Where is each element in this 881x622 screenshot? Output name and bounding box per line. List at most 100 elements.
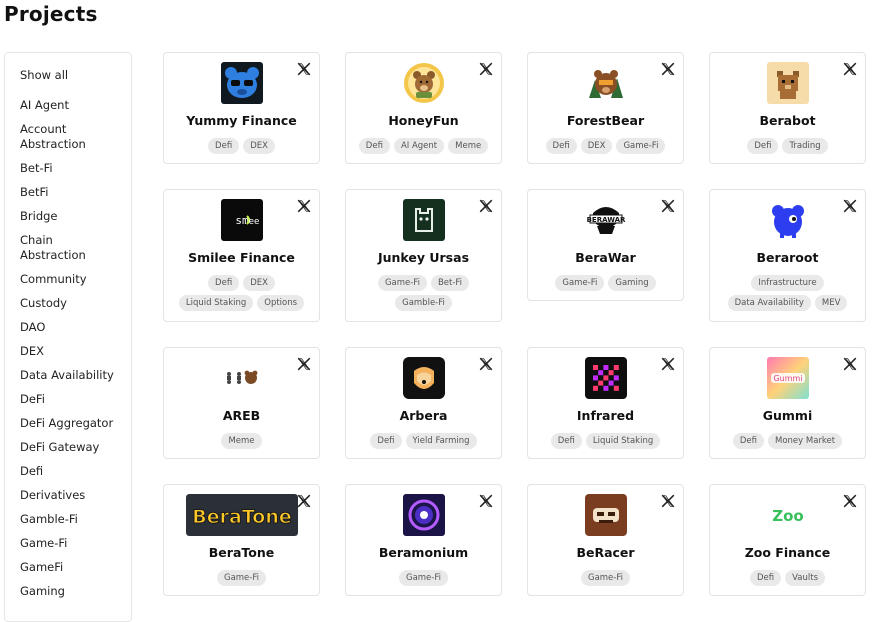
x-icon[interactable] bbox=[297, 198, 311, 213]
tag-badge[interactable]: Data Availability bbox=[727, 295, 811, 311]
tag-badge[interactable]: DEX bbox=[580, 138, 613, 154]
tag-badge[interactable]: Bet-Fi bbox=[430, 275, 470, 291]
x-icon[interactable] bbox=[843, 198, 857, 213]
sidebar-item-bridge[interactable]: Bridge bbox=[20, 209, 58, 224]
project-card-berabot[interactable]: Berabot Defi Trading bbox=[709, 52, 866, 164]
tag-badge[interactable]: Defi bbox=[208, 275, 240, 291]
project-card-yummy-finance[interactable]: Yummy Finance Defi DEX bbox=[163, 52, 320, 164]
sidebar-item-defi[interactable]: Defi bbox=[20, 464, 43, 479]
x-icon[interactable] bbox=[843, 356, 857, 371]
tag-badge[interactable]: Defi bbox=[732, 433, 765, 449]
sidebar-item-gaming[interactable]: Gaming bbox=[20, 584, 65, 599]
x-icon[interactable] bbox=[297, 356, 311, 371]
project-name: ForestBear bbox=[566, 113, 645, 128]
tag-badge[interactable]: Defi bbox=[358, 138, 390, 154]
project-card-areb[interactable]: AREB Meme bbox=[163, 347, 320, 459]
tag-badge[interactable]: Meme bbox=[448, 138, 489, 154]
tag-badge[interactable]: MEV bbox=[814, 295, 848, 311]
tag-badge[interactable]: Defi bbox=[208, 138, 240, 154]
project-name: BeraWar bbox=[575, 250, 636, 265]
tag-badge[interactable]: Defi bbox=[545, 138, 577, 154]
x-icon[interactable] bbox=[479, 356, 493, 371]
x-icon[interactable] bbox=[661, 356, 675, 371]
project-card-honeyfun[interactable]: HoneyFun Defi AI Agent Meme bbox=[345, 52, 502, 164]
tag-badge[interactable]: AI Agent bbox=[393, 138, 445, 154]
sidebar-item-derivatives[interactable]: Derivatives bbox=[20, 488, 85, 503]
tag-badge[interactable]: Game-Fi bbox=[377, 275, 427, 291]
project-card-junkey-ursas[interactable]: Junkey Ursas Game-Fi Bet-Fi Gamble-Fi bbox=[345, 189, 502, 322]
sidebar-item-game-fi[interactable]: Game-Fi bbox=[20, 536, 67, 551]
project-card-beratone[interactable]: BeraTone BeraTone Game-Fi bbox=[163, 484, 320, 596]
project-card-arbera[interactable]: Arbera Defi Yield Farming bbox=[345, 347, 502, 459]
project-card-zoo-finance[interactable]: Zoo Zoo Finance Defi Vaults bbox=[709, 484, 866, 596]
sidebar-item-gamefi[interactable]: GameFi bbox=[20, 560, 63, 575]
x-icon[interactable] bbox=[297, 61, 311, 76]
x-icon[interactable] bbox=[479, 198, 493, 213]
sidebar-item-defi-gateway[interactable]: DeFi Gateway bbox=[20, 440, 99, 455]
tag-badge[interactable]: Defi bbox=[550, 433, 582, 449]
project-card-smilee-finance[interactable]: sm ee Smilee Finance Defi DEX Liquid Staking O… bbox=[163, 189, 320, 322]
project-name: Junkey Ursas bbox=[377, 250, 470, 265]
tag-badge[interactable]: Gaming bbox=[608, 275, 656, 291]
tag-badge[interactable]: DEX bbox=[243, 275, 275, 291]
project-card-beraroot[interactable]: Beraroot Infrastructure Data Availability M… bbox=[709, 189, 866, 322]
tag-badge[interactable]: Game-Fi bbox=[616, 138, 666, 154]
tag-badge[interactable]: Yield Farming bbox=[405, 433, 477, 449]
tag-list: Infrastructure Data Availability MEV bbox=[720, 275, 855, 311]
project-card-berawar[interactable]: BERAWAR BeraWar Game-Fi Gaming bbox=[527, 189, 684, 301]
sidebar-item-chain-abstraction[interactable]: Chain Abstraction bbox=[20, 233, 86, 263]
project-name: Yummy Finance bbox=[186, 113, 297, 128]
sidebar-item-community[interactable]: Community bbox=[20, 272, 87, 287]
sidebar-item-data-availability[interactable]: Data Availability bbox=[20, 368, 114, 383]
x-icon[interactable] bbox=[843, 493, 857, 508]
sidebar-item-betfi[interactable]: BetFi bbox=[20, 185, 48, 200]
sidebar-item-defi[interactable]: DeFi bbox=[20, 392, 45, 407]
sidebar-item-dao[interactable]: DAO bbox=[20, 320, 45, 335]
tag-badge[interactable]: Money Market bbox=[768, 433, 843, 449]
project-card-gummi[interactable]: Gummi Gummi Defi Money Market bbox=[709, 347, 866, 459]
sidebar-item-ai-agent[interactable]: AI Agent bbox=[20, 98, 69, 113]
tag-badge[interactable]: Game-Fi bbox=[398, 570, 448, 586]
tag-badge[interactable]: Infrastructure bbox=[751, 275, 824, 291]
x-icon[interactable] bbox=[661, 198, 675, 213]
project-name: Smilee Finance bbox=[188, 250, 295, 265]
tag-badge[interactable]: Gamble-Fi bbox=[395, 295, 452, 311]
tag-list: Game-Fi bbox=[174, 570, 309, 586]
sidebar-item-show-all[interactable]: Show all bbox=[20, 68, 68, 83]
sidebar-item-dex[interactable]: DEX bbox=[20, 344, 44, 359]
x-icon[interactable] bbox=[297, 493, 311, 508]
project-card-beramonium[interactable]: Beramonium Game-Fi bbox=[345, 484, 502, 596]
sidebar-item-defi-aggregator[interactable]: DeFi Aggregator bbox=[20, 416, 113, 431]
tag-list: Game-Fi bbox=[538, 570, 673, 586]
tag-badge[interactable]: Trading bbox=[782, 138, 828, 154]
berawar-logo: BERAWAR bbox=[585, 199, 627, 241]
beraroot-logo bbox=[767, 199, 809, 241]
x-icon[interactable] bbox=[843, 61, 857, 76]
tag-badge[interactable]: Game-Fi bbox=[580, 570, 630, 586]
sidebar-item-account-abstraction[interactable]: Account Abstraction bbox=[20, 122, 86, 152]
tag-badge[interactable]: Liquid Staking bbox=[178, 295, 254, 311]
project-name: Arbera bbox=[399, 408, 448, 423]
tag-badge[interactable]: Defi bbox=[749, 570, 782, 586]
tag-badge[interactable]: Liquid Staking bbox=[585, 433, 661, 449]
tag-badge[interactable]: Meme bbox=[221, 433, 262, 449]
tag-badge[interactable]: DEX bbox=[243, 138, 275, 154]
x-icon[interactable] bbox=[479, 493, 493, 508]
tag-list: Defi Trading bbox=[720, 138, 855, 154]
tag-badge[interactable]: Options bbox=[257, 295, 305, 311]
tag-badge[interactable]: Game-Fi bbox=[216, 570, 266, 586]
tag-badge[interactable]: Defi bbox=[370, 433, 402, 449]
svg-text:BeraTone: BeraTone bbox=[192, 506, 291, 528]
tag-badge[interactable]: Game-Fi bbox=[555, 275, 605, 291]
project-card-beracer[interactable]: BeRacer Game-Fi bbox=[527, 484, 684, 596]
x-icon[interactable] bbox=[661, 61, 675, 76]
project-card-forestbear[interactable]: ForestBear Defi DEX Game-Fi bbox=[527, 52, 684, 164]
tag-badge[interactable]: Vaults bbox=[785, 570, 825, 586]
sidebar-item-custody[interactable]: Custody bbox=[20, 296, 67, 311]
sidebar-item-bet-fi[interactable]: Bet-Fi bbox=[20, 161, 53, 176]
x-icon[interactable] bbox=[479, 61, 493, 76]
sidebar-item-gamble-fi[interactable]: Gamble-Fi bbox=[20, 512, 78, 527]
tag-badge[interactable]: Defi bbox=[747, 138, 779, 154]
x-icon[interactable] bbox=[661, 493, 675, 508]
project-card-infrared[interactable]: Infrared Defi Liquid Staking bbox=[527, 347, 684, 459]
